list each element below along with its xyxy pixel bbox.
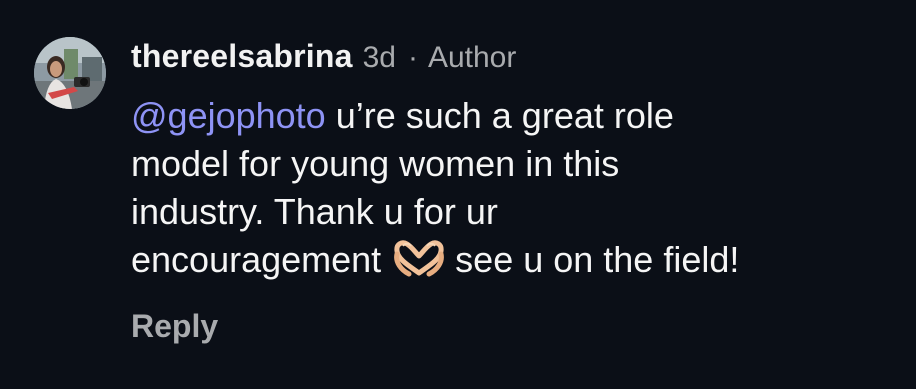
avatar[interactable] <box>34 37 106 109</box>
reply-button[interactable]: Reply <box>131 308 218 345</box>
comment-text: @gejophoto u’re such a great role model … <box>131 92 891 284</box>
comment-line-1: @gejophoto u’re such a great role <box>131 92 891 140</box>
comment-header: thereelsabrina 3d · Author <box>131 38 516 78</box>
mention-link[interactable]: @gejophoto <box>131 95 326 136</box>
heart-hands-emoji-icon <box>394 240 445 277</box>
comment-line-2: model for young women in this <box>131 143 620 184</box>
comment-text-segment: see u on the field! <box>455 239 740 280</box>
username[interactable]: thereelsabrina <box>131 38 353 75</box>
separator-dot: · <box>407 41 418 74</box>
comment-item: thereelsabrina 3d · Author @gejophoto u’… <box>0 0 916 389</box>
comment-line-4: encouragement see u on the field! <box>131 236 891 284</box>
author-badge: Author <box>427 41 517 74</box>
comment-time: 3d <box>362 41 396 74</box>
comment-text-segment: encouragement <box>131 239 382 280</box>
avatar-photo-icon <box>34 37 106 109</box>
comment-line-3: industry. Thank u for ur <box>131 191 498 232</box>
comment-text-segment: u’re such a great role <box>325 95 674 136</box>
